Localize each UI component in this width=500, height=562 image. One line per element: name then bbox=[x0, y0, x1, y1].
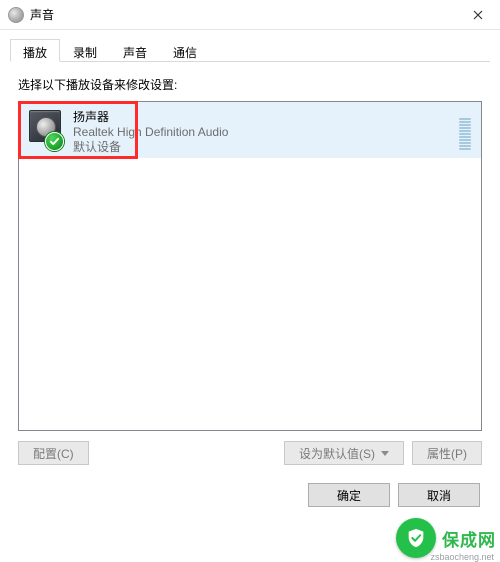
device-item-speaker[interactable]: 扬声器 Realtek High Definition Audio 默认设备 bbox=[19, 102, 481, 158]
set-default-label: 设为默认值(S) bbox=[299, 445, 375, 462]
device-status: 默认设备 bbox=[73, 140, 228, 155]
panel-button-row: 配置(C) 设为默认值(S) 属性(P) bbox=[18, 441, 482, 465]
level-meter-icon bbox=[459, 110, 471, 150]
device-name: 扬声器 bbox=[73, 110, 228, 125]
tab-strip: 播放 录制 声音 通信 bbox=[10, 38, 490, 62]
device-text: 扬声器 Realtek High Definition Audio 默认设备 bbox=[73, 110, 228, 155]
tab-playback-panel: 选择以下播放设备来修改设置: 扬声器 Realtek High Definiti… bbox=[10, 62, 490, 473]
watermark-domain: zsbaocheng.net bbox=[430, 552, 494, 562]
tab-recording[interactable]: 录制 bbox=[60, 39, 110, 62]
configure-button[interactable]: 配置(C) bbox=[18, 441, 89, 465]
device-list[interactable]: 扬声器 Realtek High Definition Audio 默认设备 bbox=[18, 101, 482, 431]
instruction-text: 选择以下播放设备来修改设置: bbox=[18, 76, 482, 93]
dialog-button-row: 确定 取消 bbox=[10, 473, 490, 507]
spacer bbox=[97, 441, 276, 465]
set-default-button[interactable]: 设为默认值(S) bbox=[284, 441, 404, 465]
tab-playback[interactable]: 播放 bbox=[10, 39, 60, 62]
close-icon bbox=[473, 10, 483, 20]
device-icon-wrap bbox=[29, 110, 63, 150]
dropdown-caret-icon bbox=[381, 451, 389, 456]
device-driver: Realtek High Definition Audio bbox=[73, 125, 228, 140]
watermark-text-wrap: 保成网 bbox=[442, 526, 496, 551]
tab-communications[interactable]: 通信 bbox=[160, 39, 210, 62]
titlebar: 声音 bbox=[0, 0, 500, 30]
watermark-name: 保成网 bbox=[442, 526, 496, 551]
dialog-client: 播放 录制 声音 通信 选择以下播放设备来修改设置: 扬声器 Realtek H… bbox=[0, 30, 500, 517]
tab-sounds[interactable]: 声音 bbox=[110, 39, 160, 62]
window-title: 声音 bbox=[30, 6, 455, 23]
cancel-button[interactable]: 取消 bbox=[398, 483, 480, 507]
close-button[interactable] bbox=[455, 0, 500, 30]
ok-button[interactable]: 确定 bbox=[308, 483, 390, 507]
app-icon bbox=[8, 7, 24, 23]
default-check-icon bbox=[45, 132, 64, 151]
properties-button[interactable]: 属性(P) bbox=[412, 441, 482, 465]
